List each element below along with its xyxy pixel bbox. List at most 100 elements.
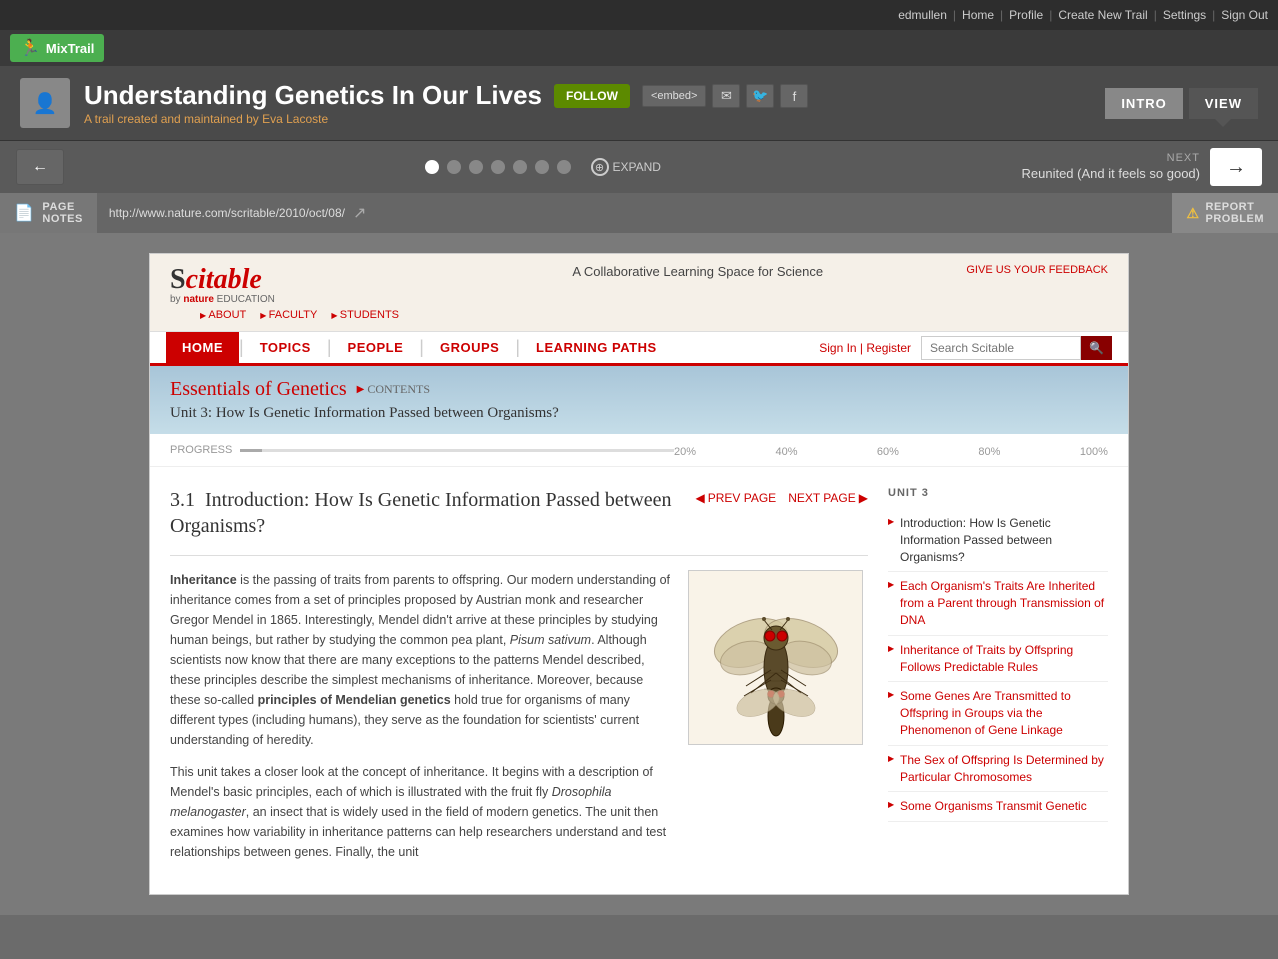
progress-section: PROGRESS 20% 40% 60% 80% 100% bbox=[150, 434, 1128, 467]
progress-100: 100% bbox=[1080, 446, 1108, 458]
tagline-section: A Collaborative Learning Space for Scien… bbox=[542, 264, 823, 279]
page-notes-bar: 📄 PAGE NOTES http://www.nature.com/scrit… bbox=[0, 193, 1278, 233]
dot-6[interactable] bbox=[535, 160, 549, 174]
profile-link[interactable]: Profile bbox=[1009, 8, 1043, 22]
username-label: edmullen bbox=[898, 8, 947, 22]
report-problem-button[interactable]: ⚠ REPORT PROBLEM bbox=[1172, 193, 1278, 233]
sign-in-links[interactable]: Sign In | Register bbox=[819, 341, 911, 355]
sidebar-unit-label: UNIT 3 bbox=[888, 487, 1108, 499]
faculty-link[interactable]: FACULTY bbox=[260, 309, 317, 321]
contents-link[interactable]: ▶ CONTENTS bbox=[357, 382, 430, 397]
dot-5[interactable] bbox=[513, 160, 527, 174]
mail-icon[interactable]: ✉ bbox=[712, 84, 740, 108]
mixtrail-bar: 🏃 MixTrail bbox=[0, 30, 1278, 66]
feedback-link[interactable]: GIVE US YOUR FEEDBACK bbox=[966, 264, 1108, 276]
sidebar-item-5[interactable]: Some Organisms Transmit Genetic bbox=[888, 792, 1108, 822]
students-link[interactable]: STUDENTS bbox=[331, 309, 399, 321]
intro-button[interactable]: INTRO bbox=[1105, 88, 1182, 119]
facebook-icon[interactable]: f bbox=[780, 84, 808, 108]
article-divider bbox=[170, 555, 868, 556]
next-label: NEXT bbox=[1022, 151, 1201, 165]
next-button[interactable]: → bbox=[1210, 148, 1262, 186]
follow-button[interactable]: FOLLOW bbox=[554, 84, 630, 108]
article-image-column bbox=[688, 570, 868, 874]
article-text-column: Inheritance is the passing of traits fro… bbox=[170, 570, 672, 874]
view-button[interactable]: VIEW bbox=[1189, 88, 1258, 119]
nav-groups[interactable]: GROUPS bbox=[424, 332, 515, 363]
scitable-sub-links: ABOUT FACULTY STUDENTS bbox=[200, 309, 399, 321]
search-section: Sign In | Register 🔍 bbox=[819, 336, 1112, 360]
home-link[interactable]: Home bbox=[962, 8, 994, 22]
notes-icon: 📄 bbox=[14, 203, 34, 223]
next-title: Reunited (And it feels so good) bbox=[1022, 166, 1201, 183]
settings-link[interactable]: Settings bbox=[1163, 8, 1206, 22]
header-left: 👤 Understanding Genetics In Our Lives FO… bbox=[20, 78, 808, 128]
report-label: REPORT PROBLEM bbox=[1206, 201, 1265, 225]
top-navigation: edmullen | Home | Profile | Create New T… bbox=[0, 0, 1278, 30]
article-sidebar: UNIT 3 Introduction: How Is Genetic Info… bbox=[888, 487, 1108, 874]
page-notes-button[interactable]: 📄 PAGE NOTES bbox=[0, 193, 97, 233]
avatar: 👤 bbox=[20, 78, 70, 128]
scitable-content: Essentials of Genetics ▶ CONTENTS Unit 3… bbox=[150, 366, 1128, 894]
dot-nav: ⊕ EXPAND bbox=[425, 158, 661, 176]
progress-bar-area: 20% 40% 60% 80% 100% bbox=[240, 442, 1108, 458]
progress-markers: 20% 40% 60% 80% 100% bbox=[674, 442, 1108, 458]
twitter-icon[interactable]: 🐦 bbox=[746, 84, 774, 108]
nav-people[interactable]: PEOPLE bbox=[332, 332, 420, 363]
dot-2[interactable] bbox=[447, 160, 461, 174]
dot-3[interactable] bbox=[469, 160, 483, 174]
embed-button[interactable]: <embed> bbox=[642, 85, 706, 107]
scitable-tagline: A Collaborative Learning Space for Scien… bbox=[572, 264, 823, 279]
scitable-frame: Scitable by nature EDUCATION ABOUT FACUL… bbox=[149, 253, 1129, 895]
unit-title: Unit 3: How Is Genetic Information Passe… bbox=[170, 405, 1108, 422]
expand-button[interactable]: ⊕ EXPAND bbox=[591, 158, 661, 176]
sidebar-item-4[interactable]: The Sex of Offspring Is Determined by Pa… bbox=[888, 746, 1108, 793]
url-bar: http://www.nature.com/scritable/2010/oct… bbox=[97, 203, 1173, 223]
dot-7[interactable] bbox=[557, 160, 571, 174]
scitable-header: Scitable by nature EDUCATION ABOUT FACUL… bbox=[150, 254, 1128, 332]
sidebar-item-1[interactable]: Each Organism's Traits Are Inherited fro… bbox=[888, 572, 1108, 635]
header-icons: <embed> ✉ 🐦 f bbox=[642, 84, 808, 108]
content-area: Scitable by nature EDUCATION ABOUT FACUL… bbox=[0, 233, 1278, 915]
next-page-button[interactable]: NEXT PAGE ▶ bbox=[788, 491, 868, 505]
scitable-nav: HOME | TOPICS | PEOPLE | GROUPS | LEARNI… bbox=[150, 332, 1128, 366]
progress-80: 80% bbox=[978, 446, 1000, 458]
header-right: INTRO VIEW bbox=[1105, 88, 1258, 119]
nav-home[interactable]: HOME bbox=[166, 332, 239, 363]
next-nav: NEXT Reunited (And it feels so good) → bbox=[1022, 148, 1263, 186]
feedback-section: GIVE US YOUR FEEDBACK bbox=[966, 264, 1108, 276]
dot-1[interactable] bbox=[425, 160, 439, 174]
about-link[interactable]: ABOUT bbox=[200, 309, 246, 321]
search-button[interactable]: 🔍 bbox=[1081, 336, 1112, 360]
warning-icon: ⚠ bbox=[1186, 205, 1199, 222]
page-navigation: ◀ PREV PAGE NEXT PAGE ▶ bbox=[695, 487, 868, 505]
search-input[interactable] bbox=[921, 336, 1081, 360]
mixtrail-label: MixTrail bbox=[46, 41, 94, 56]
sidebar-item-0[interactable]: Introduction: How Is Genetic Information… bbox=[888, 509, 1108, 572]
trail-subtitle: A trail created and maintained by Eva La… bbox=[84, 112, 808, 126]
nav-topics[interactable]: TOPICS bbox=[244, 332, 327, 363]
article-main: 3.1 Introduction: How Is Genetic Informa… bbox=[170, 487, 868, 874]
dot-4[interactable] bbox=[491, 160, 505, 174]
external-link-icon[interactable]: ↗ bbox=[353, 203, 366, 223]
fruit-fly-image bbox=[688, 570, 863, 745]
article-paragraph-2: This unit takes a closer look at the con… bbox=[170, 762, 672, 862]
prev-page-button[interactable]: ◀ PREV PAGE bbox=[695, 491, 776, 505]
create-trail-link[interactable]: Create New Trail bbox=[1058, 8, 1147, 22]
essentials-header: Essentials of Genetics ▶ CONTENTS Unit 3… bbox=[150, 366, 1128, 434]
expand-icon: ⊕ bbox=[591, 158, 609, 176]
progress-40: 40% bbox=[775, 446, 797, 458]
trail-title: Understanding Genetics In Our Lives bbox=[84, 80, 542, 111]
sidebar-item-3[interactable]: Some Genes Are Transmitted to Offspring … bbox=[888, 682, 1108, 745]
expand-label: EXPAND bbox=[613, 160, 661, 174]
signout-link[interactable]: Sign Out bbox=[1221, 8, 1268, 22]
pagination-dots bbox=[425, 160, 571, 174]
nav-learning-paths[interactable]: LEARNING PATHS bbox=[520, 332, 673, 363]
back-button[interactable]: ← bbox=[16, 149, 64, 185]
progress-bar-fill bbox=[240, 449, 262, 452]
sidebar-item-2[interactable]: Inheritance of Traits by Offspring Follo… bbox=[888, 636, 1108, 683]
article-page-header: 3.1 Introduction: How Is Genetic Informa… bbox=[170, 487, 868, 539]
runner-icon: 🏃 bbox=[20, 38, 40, 58]
progress-bar-bg bbox=[240, 449, 674, 452]
mixtrail-logo[interactable]: 🏃 MixTrail bbox=[10, 34, 104, 62]
